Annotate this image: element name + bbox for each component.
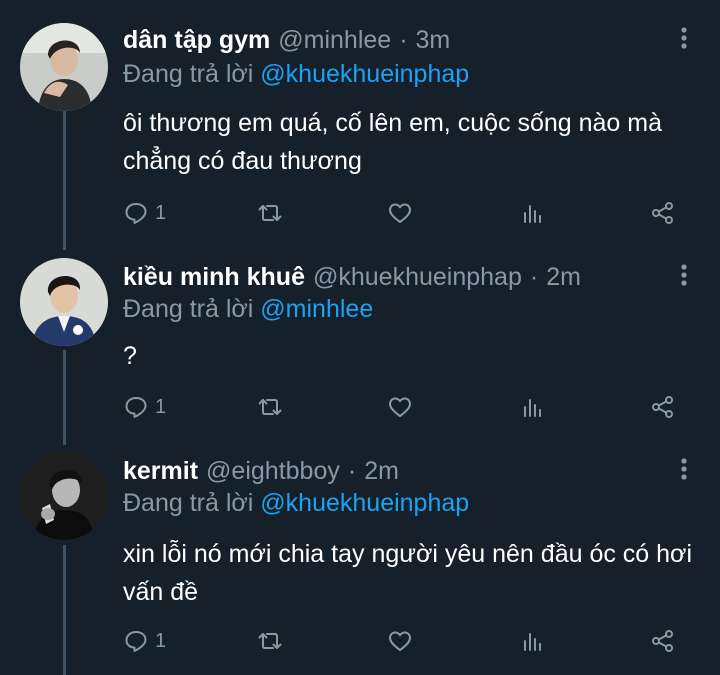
tweet-text: ôi thương em quá, cố lên em, cuộc sống n… [123, 109, 662, 175]
tweet-text: xin lỗi nó mới chia tay người yêu nên đầ… [123, 540, 692, 606]
replying-to-label: Đang trả lời [123, 60, 254, 88]
retweet-icon [258, 633, 282, 649]
tweet[interactable]: kermit @eightbboy · 2m Đang trả lời @khu… [0, 451, 720, 675]
retweet-icon [258, 399, 282, 415]
tweet-header: dân tập gym @minhlee · 3m [123, 26, 450, 60]
reply-count: 1 [155, 201, 167, 224]
avatar[interactable] [20, 258, 108, 346]
display-name[interactable]: kiều minh khuê [123, 263, 305, 292]
replying-to: Đang trả lời @minhlee [123, 295, 373, 324]
replying-to: Đang trả lời @khuekhueinphap [123, 60, 469, 89]
analytics-button[interactable] [520, 198, 546, 228]
reply-button[interactable]: 1 [123, 392, 166, 422]
user-handle[interactable]: @khuekhueinphap [313, 263, 522, 292]
reply-icon [125, 631, 147, 652]
reply-icon [125, 397, 147, 418]
replying-to-label: Đang trả lời [123, 295, 254, 323]
user-handle[interactable]: @eightbboy [206, 457, 340, 486]
analytics-icon [524, 399, 541, 417]
share-button[interactable] [650, 626, 676, 656]
more-vertical-icon[interactable] [678, 263, 690, 287]
share-icon [652, 202, 673, 224]
analytics-button[interactable] [520, 626, 546, 656]
timestamp[interactable]: 2m [546, 263, 581, 292]
tweet-header: kiều minh khuê @khuekhueinphap · 2m [123, 263, 581, 297]
like-button[interactable] [387, 392, 413, 422]
mention-link[interactable]: @khuekhueinphap [260, 60, 469, 88]
avatar-photo [20, 452, 108, 540]
display-name[interactable]: dân tập gym [123, 26, 270, 55]
user-handle[interactable]: @minhlee [278, 26, 391, 55]
analytics-icon [524, 205, 541, 223]
tweet-header: kermit @eightbboy · 2m [123, 457, 399, 491]
retweet-button[interactable] [257, 198, 283, 228]
share-icon [652, 396, 673, 418]
avatar[interactable] [20, 23, 108, 111]
heart-icon [389, 631, 411, 651]
retweet-button[interactable] [257, 392, 283, 422]
separator-dot: · [347, 457, 357, 485]
share-button[interactable] [650, 392, 676, 422]
reply-button[interactable]: 1 [123, 626, 166, 656]
heart-icon [389, 397, 411, 417]
share-icon [652, 630, 673, 652]
tweet-actions: 1 [123, 198, 683, 228]
analytics-button[interactable] [520, 392, 546, 422]
tweet-actions: 1 [123, 626, 683, 656]
like-button[interactable] [387, 626, 413, 656]
separator-dot: · [529, 263, 539, 291]
mention-link[interactable]: @minhlee [260, 295, 373, 323]
timestamp[interactable]: 3m [416, 26, 451, 55]
more-vertical-icon[interactable] [678, 457, 690, 481]
display-name[interactable]: kermit [123, 457, 198, 486]
share-button[interactable] [650, 198, 676, 228]
avatar[interactable] [20, 452, 108, 540]
reply-count: 1 [155, 629, 167, 652]
mention-link[interactable]: @khuekhueinphap [260, 489, 469, 517]
avatar-photo [20, 23, 108, 111]
replying-to: Đang trả lời @khuekhueinphap [123, 489, 469, 518]
reply-count: 1 [155, 395, 167, 418]
avatar-photo [20, 258, 108, 346]
tweet[interactable]: dân tập gym @minhlee · 3m Đang trả lời @… [0, 20, 720, 250]
retweet-button[interactable] [257, 626, 283, 656]
analytics-icon [524, 633, 541, 651]
tweet-text: ? [123, 342, 137, 370]
retweet-icon [258, 205, 282, 221]
timestamp[interactable]: 2m [364, 457, 399, 486]
reply-icon [125, 203, 147, 224]
tweet[interactable]: kiều minh khuê @khuekhueinphap · 2m Đang… [0, 257, 720, 447]
more-vertical-icon[interactable] [678, 26, 690, 50]
tweet-actions: 1 [123, 392, 683, 422]
heart-icon [389, 203, 411, 223]
reply-button[interactable]: 1 [123, 198, 166, 228]
like-button[interactable] [387, 198, 413, 228]
replying-to-label: Đang trả lời [123, 489, 254, 517]
separator-dot: · [399, 26, 408, 54]
